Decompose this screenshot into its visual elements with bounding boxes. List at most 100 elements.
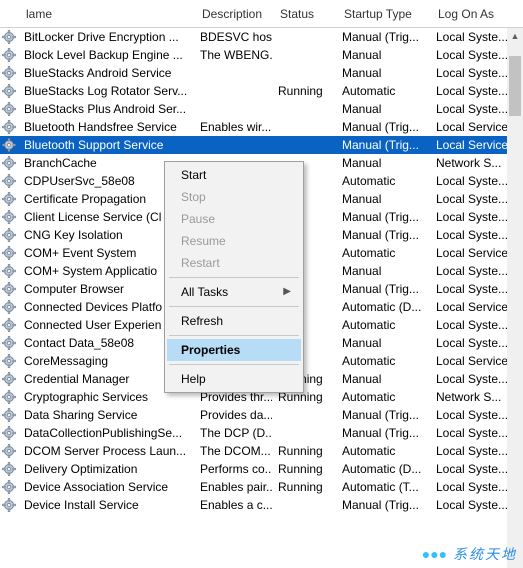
service-row[interactable]: Device Association ServiceEnables pair..… [0,478,523,496]
service-description: Enables a c... [194,497,272,513]
service-gear-icon [2,354,16,368]
service-startup-type: Automatic (D... [336,299,430,315]
service-startup-type: Manual [336,191,430,207]
service-description [194,108,272,110]
service-startup-type: Manual (Trig... [336,407,430,423]
service-startup-type: Automatic [336,443,430,459]
service-startup-type: Manual [336,335,430,351]
service-startup-type: Manual [336,101,430,117]
menu-refresh[interactable]: Refresh [167,310,301,332]
service-logon-as: Local Syste... [430,479,518,495]
service-gear-icon [2,408,16,422]
service-name: Delivery Optimization [18,461,194,477]
service-description: Provides da... [194,407,272,423]
service-gear-icon [2,318,16,332]
service-logon-as: Local Syste... [430,497,518,513]
menu-separator [169,364,299,365]
service-gear-icon [2,102,16,116]
menu-separator [169,306,299,307]
service-description [194,90,272,92]
service-logon-as: Local Syste... [430,371,518,387]
service-row[interactable]: BlueStacks Android Service ManualLocal Sy… [0,64,523,82]
service-row[interactable]: Bluetooth Handsfree ServiceEnables wir..… [0,118,523,136]
menu-properties-label: Properties [181,343,240,357]
menu-stop: Stop [167,186,301,208]
service-startup-type: Manual (Trig... [336,227,430,243]
scroll-up-arrow-icon[interactable]: ▲ [507,28,523,44]
service-row[interactable]: Delivery OptimizationPerforms co...Runni… [0,460,523,478]
service-status: Running [272,443,336,459]
service-gear-icon [2,462,16,476]
service-startup-type: Manual (Trig... [336,497,430,513]
service-startup-type: Automatic [336,317,430,333]
service-status [272,108,336,110]
service-gear-icon [2,174,16,188]
service-name: Device Install Service [18,497,194,513]
service-gear-icon [2,120,16,134]
service-gear-icon [2,246,16,260]
service-startup-type: Manual [336,47,430,63]
service-gear-icon [2,390,16,404]
vertical-scrollbar[interactable]: ▲ [507,28,523,568]
header-spacer [4,7,18,21]
service-status [272,144,336,146]
service-logon-as: Local Syste... [430,461,518,477]
service-status [272,126,336,128]
service-name: DataCollectionPublishingSe... [18,425,194,441]
service-gear-icon [2,138,16,152]
service-gear-icon [2,30,16,44]
service-logon-as: Local Service [430,137,518,153]
menu-properties[interactable]: Properties [167,339,301,361]
service-logon-as: Local Syste... [430,335,518,351]
service-row[interactable]: Block Level Backup Engine ...The WBENG..… [0,46,523,64]
service-row[interactable]: BlueStacks Log Rotator Serv...RunningAut… [0,82,523,100]
menu-all-tasks[interactable]: All Tasks ▶ [167,281,301,303]
service-row[interactable]: BitLocker Drive Encryption ...BDESVC hos… [0,28,523,46]
service-startup-type: Manual [336,65,430,81]
service-gear-icon [2,48,16,62]
service-name: Block Level Backup Engine ... [18,47,194,63]
service-startup-type: Automatic [336,173,430,189]
column-header-description[interactable]: Description [196,3,274,25]
service-gear-icon [2,480,16,494]
service-name: Data Sharing Service [18,407,194,423]
service-logon-as: Local Syste... [430,191,518,207]
menu-help[interactable]: Help [167,368,301,390]
service-logon-as: Local Syste... [430,263,518,279]
column-header-name[interactable]: lame [20,3,196,25]
service-logon-as: Network S... [430,389,518,405]
service-gear-icon [2,498,16,512]
service-logon-as: Local Syste... [430,317,518,333]
service-gear-icon [2,444,16,458]
service-logon-as: Local Syste... [430,443,518,459]
scroll-thumb[interactable] [509,56,521,116]
service-name: DCOM Server Process Laun... [18,443,194,459]
menu-start[interactable]: Start [167,164,301,186]
service-name: Device Association Service [18,479,194,495]
service-row[interactable]: BlueStacks Plus Android Ser...ManualLoca… [0,100,523,118]
service-logon-as: Local Syste... [430,209,518,225]
service-row[interactable]: DCOM Server Process Laun...The DCOM...Ru… [0,442,523,460]
column-header-startup[interactable]: Startup Type [338,3,432,25]
service-description: BDESVC hos... [194,29,272,45]
service-status: Running [272,479,336,495]
service-description: Enables pair... [194,479,272,495]
service-logon-as: Local Syste... [430,65,518,81]
service-status [272,504,336,506]
watermark: ●●● 系统天地 [422,544,517,564]
menu-all-tasks-label: All Tasks [181,285,228,299]
service-gear-icon [2,264,16,278]
service-startup-type: Automatic (T... [336,479,430,495]
service-startup-type: Manual [336,371,430,387]
service-row[interactable]: Bluetooth Support ServiceManual (Trig...… [0,136,523,154]
service-row[interactable]: Data Sharing ServiceProvides da... Manual… [0,406,523,424]
column-header-status[interactable]: Status [274,3,338,25]
service-gear-icon [2,66,16,80]
service-gear-icon [2,84,16,98]
service-logon-as: Local Syste... [430,173,518,189]
column-header-logon[interactable]: Log On As [432,3,520,25]
service-description [194,72,272,74]
service-row[interactable]: DataCollectionPublishingSe...The DCP (D.… [0,424,523,442]
service-name: BlueStacks Android Service [18,65,194,81]
service-row[interactable]: Device Install ServiceEnables a c... Manu… [0,496,523,514]
